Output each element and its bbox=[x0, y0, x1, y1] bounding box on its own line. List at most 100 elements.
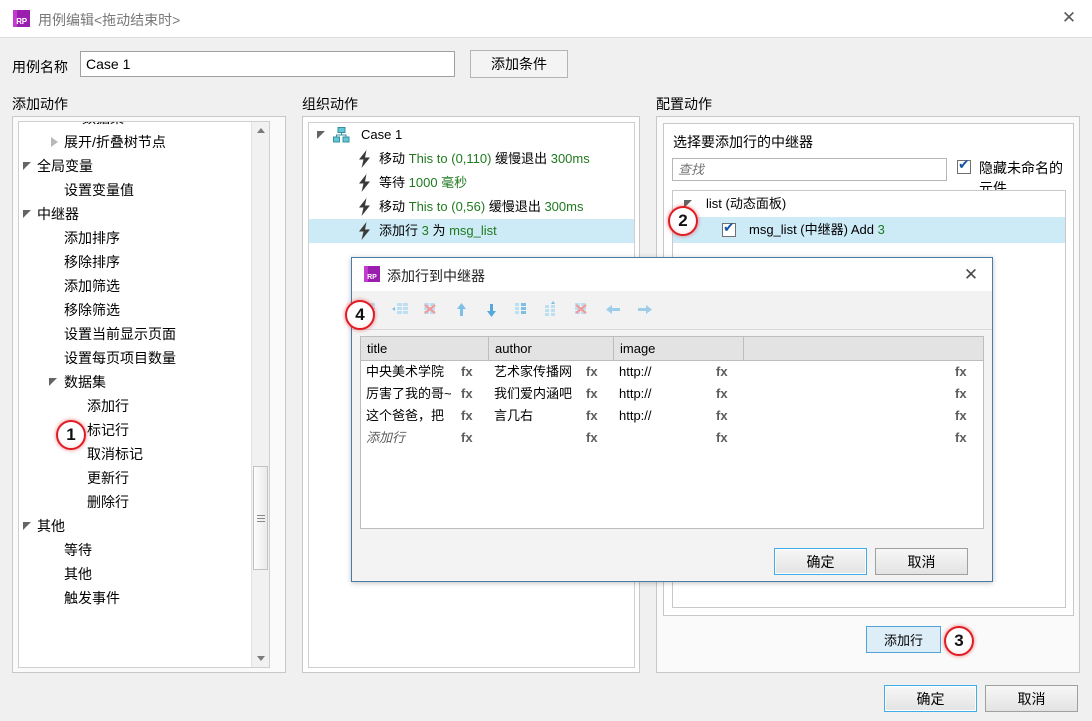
grid-row[interactable]: 中央美术学院 fx 艺术家传播网 fx http:// fx fx bbox=[361, 361, 983, 383]
action-tree-item[interactable]: 等待 bbox=[19, 538, 253, 562]
insert-row-icon[interactable] bbox=[391, 300, 411, 320]
add-column-icon[interactable] bbox=[512, 300, 532, 320]
move-row-down-icon[interactable] bbox=[482, 300, 502, 320]
fx-button[interactable]: fx bbox=[716, 405, 728, 427]
fx-button[interactable]: fx bbox=[955, 405, 967, 427]
fx-button[interactable]: fx bbox=[461, 361, 473, 383]
organize-action-row[interactable]: 等待 1000 毫秒 bbox=[309, 171, 634, 195]
action-tree-item[interactable]: 设置每页项目数量 bbox=[19, 346, 253, 370]
grid-cell[interactable]: 中央美术学院 bbox=[366, 361, 454, 383]
fx-button[interactable]: fx bbox=[586, 427, 598, 449]
grid-cell[interactable] bbox=[749, 427, 948, 449]
grid-cell[interactable]: 这个爸爸，把 bbox=[366, 405, 454, 427]
grid-cell[interactable] bbox=[749, 383, 948, 405]
cancel-button[interactable]: 取消 bbox=[985, 685, 1078, 712]
scroll-down-icon[interactable] bbox=[252, 650, 269, 667]
fx-button[interactable]: fx bbox=[461, 405, 473, 427]
action-tree-item[interactable]: 数据集 bbox=[19, 370, 253, 394]
expand-triangle-icon[interactable] bbox=[23, 162, 31, 170]
case-root-row[interactable]: Case 1 bbox=[309, 123, 634, 147]
action-tree-item[interactable]: 取消标记 bbox=[19, 442, 253, 466]
action-tree-scrollbar[interactable] bbox=[251, 122, 269, 667]
action-tree-item[interactable]: 添加筛选 bbox=[19, 274, 253, 298]
hide-unnamed-checkbox[interactable]: ✔ bbox=[957, 157, 972, 175]
grid-cell[interactable] bbox=[619, 427, 709, 449]
fx-button[interactable]: fx bbox=[955, 383, 967, 405]
action-tree-item[interactable]: 触发事件 bbox=[19, 586, 253, 610]
move-column-right-icon[interactable] bbox=[634, 300, 654, 320]
grid-header-author[interactable]: author bbox=[489, 337, 614, 360]
action-tree-item[interactable]: 全局变量 bbox=[19, 154, 253, 178]
action-tree-item[interactable]: 更新行 bbox=[19, 466, 253, 490]
close-icon[interactable]: ✕ bbox=[1046, 0, 1092, 36]
action-tree-item[interactable]: 其他 bbox=[19, 514, 253, 538]
grid-cell[interactable]: 我们爱内涵吧 bbox=[494, 383, 579, 405]
msg-list-checkbox[interactable]: ✔ bbox=[722, 220, 737, 238]
move-column-left-icon[interactable] bbox=[604, 300, 624, 320]
grid-cell[interactable]: http:// bbox=[619, 383, 709, 405]
action-tree[interactable]: 展开/折叠树节点 全局变量 设置变量值 中继器 添加排序 移除排序 添加筛选 移除筛选 设置当前… bbox=[18, 121, 270, 668]
grid-cell[interactable]: 添加行 bbox=[366, 427, 454, 449]
grid-cell[interactable]: 厉害了我的哥~ bbox=[366, 383, 454, 405]
grid-cell[interactable] bbox=[494, 427, 579, 449]
action-tree-item[interactable]: 中继器 bbox=[19, 202, 253, 226]
scrollbar-thumb[interactable] bbox=[253, 466, 268, 570]
insert-column-icon[interactable] bbox=[542, 300, 562, 320]
fx-button[interactable]: fx bbox=[461, 427, 473, 449]
action-tree-item[interactable]: 设置变量值 bbox=[19, 178, 253, 202]
fx-button[interactable]: fx bbox=[716, 361, 728, 383]
fx-button[interactable]: fx bbox=[586, 361, 598, 383]
action-tree-item[interactable]: 设置当前显示页面 bbox=[19, 322, 253, 346]
grid-cell[interactable]: http:// bbox=[619, 361, 709, 383]
grid-row[interactable]: 添加行 fx fx fx fx bbox=[361, 427, 983, 449]
grid-cell[interactable]: http:// bbox=[619, 405, 709, 427]
dialog-cancel-button[interactable]: 取消 bbox=[875, 548, 968, 575]
fx-button[interactable]: fx bbox=[955, 361, 967, 383]
action-tree-item[interactable]: 移除排序 bbox=[19, 250, 253, 274]
scroll-up-icon[interactable] bbox=[252, 122, 269, 139]
delete-row-icon[interactable] bbox=[421, 300, 441, 320]
action-tree-item[interactable]: 添加排序 bbox=[19, 226, 253, 250]
fx-button[interactable]: fx bbox=[716, 383, 728, 405]
tree-row-msg-list[interactable]: ✔ msg_list (中继器) Add 3 bbox=[673, 217, 1065, 243]
action-tree-item[interactable]: 展开/折叠树节点 bbox=[19, 130, 253, 154]
grid-cell[interactable] bbox=[749, 405, 948, 427]
ok-button[interactable]: 确定 bbox=[884, 685, 977, 712]
fx-button[interactable]: fx bbox=[955, 427, 967, 449]
organize-action-row[interactable]: 移动 This to (0,56) 缓慢退出 300ms bbox=[309, 195, 634, 219]
search-input[interactable] bbox=[672, 158, 947, 181]
collapse-triangle-icon[interactable] bbox=[51, 137, 58, 147]
organize-action-row[interactable]: 添加行 3 为 msg_list bbox=[309, 219, 634, 243]
expand-triangle-icon[interactable] bbox=[23, 210, 31, 218]
tree-row-list[interactable]: list (动态面板) bbox=[673, 191, 1065, 217]
action-tree-item[interactable]: 删除行 bbox=[19, 490, 253, 514]
add-row-button[interactable]: 添加行 bbox=[866, 626, 941, 653]
fx-button[interactable]: fx bbox=[586, 383, 598, 405]
dialog-ok-button[interactable]: 确定 bbox=[774, 548, 867, 575]
grid-header-image[interactable]: image bbox=[614, 337, 744, 360]
fx-button[interactable]: fx bbox=[586, 405, 598, 427]
grid-header-title[interactable]: title bbox=[361, 337, 489, 360]
rows-grid[interactable]: title author image 中央美术学院 fx 艺术家传播网 fx http:… bbox=[360, 336, 984, 529]
grid-cell[interactable]: 艺术家传播网 bbox=[494, 361, 579, 383]
action-tree-item[interactable]: 添加行 bbox=[19, 394, 253, 418]
action-tree-item[interactable]: 其他 bbox=[19, 562, 253, 586]
action-tree-item[interactable]: 标记行 bbox=[19, 418, 253, 442]
fx-button[interactable]: fx bbox=[716, 427, 728, 449]
grid-header-blank[interactable] bbox=[744, 337, 983, 360]
grid-row[interactable]: 这个爸爸，把 fx 言几右 fx http:// fx fx bbox=[361, 405, 983, 427]
grid-row[interactable]: 厉害了我的哥~ fx 我们爱内涵吧 fx http:// fx fx bbox=[361, 383, 983, 405]
expand-triangle-icon[interactable] bbox=[49, 378, 57, 386]
expand-triangle-icon[interactable] bbox=[317, 131, 325, 139]
grid-cell[interactable]: 言几右 bbox=[494, 405, 579, 427]
grid-cell[interactable] bbox=[749, 361, 948, 383]
delete-column-icon[interactable] bbox=[572, 300, 592, 320]
move-row-up-icon[interactable] bbox=[452, 300, 472, 320]
close-icon[interactable]: ✕ bbox=[958, 263, 984, 287]
add-condition-button[interactable]: 添加条件 bbox=[470, 50, 568, 78]
case-name-input[interactable] bbox=[80, 51, 455, 77]
organize-action-row[interactable]: 移动 This to (0,110) 缓慢退出 300ms bbox=[309, 147, 634, 171]
expand-triangle-icon[interactable] bbox=[23, 522, 31, 530]
fx-button[interactable]: fx bbox=[461, 383, 473, 405]
action-tree-item[interactable]: 移除筛选 bbox=[19, 298, 253, 322]
